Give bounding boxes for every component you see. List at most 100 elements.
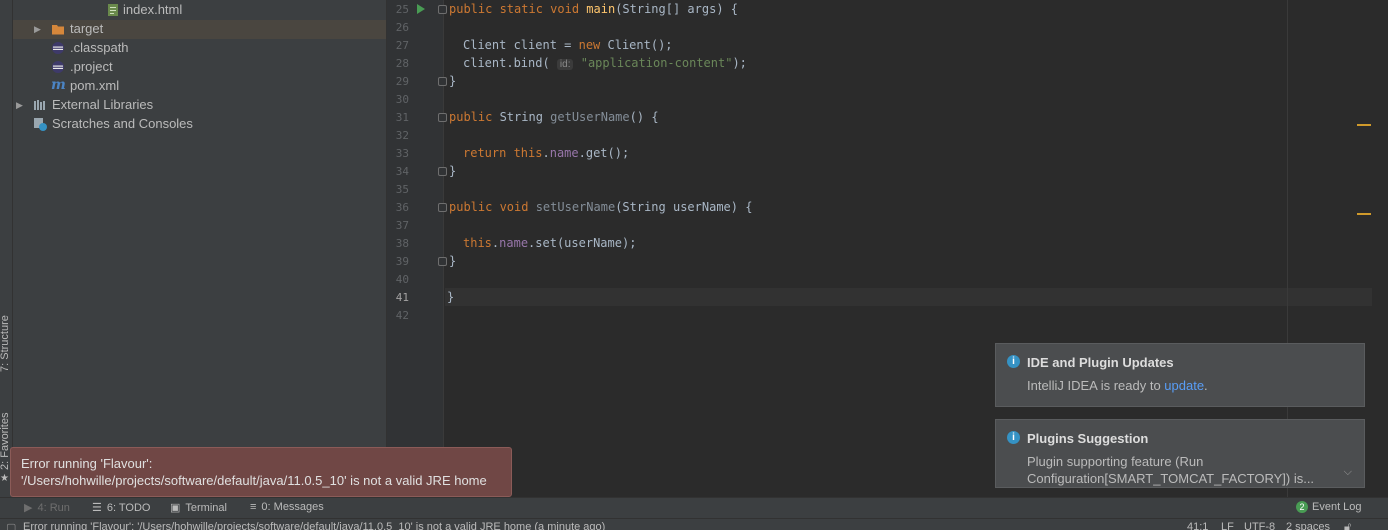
warning-stripe-mark[interactable] [1357,213,1371,215]
messages-icon: ≡ [250,501,257,513]
fold-icon[interactable] [438,167,447,176]
tree-item-label: target [70,21,104,36]
line-number: 29 [395,75,409,88]
todo-list-icon: ☰ [92,502,102,514]
event-count-badge: 2 [1296,501,1308,513]
code-token: return this [463,146,543,160]
run-icon: ▶ [24,502,33,514]
info-icon: i [1007,355,1020,368]
tree-item-label: pom.xml [70,78,120,93]
line-number: 39 [395,255,409,268]
info-icon: i [1007,431,1020,444]
tree-item-project[interactable]: .project [13,58,386,77]
fold-icon[interactable] [438,77,447,86]
notification-title: Plugins Suggestion [1027,431,1149,446]
tree-item-label: External Libraries [52,97,154,112]
caret-position[interactable]: 41:1 [1187,521,1208,530]
notification-text: . [1204,378,1208,393]
code-token: main [586,2,616,16]
bottom-tool-bar: ▶ 4: Run ☰ 6: TODO ▣ Terminal ≡ 0: Messages … [0,497,1388,518]
structure-tool-tab[interactable]: 7: Structure [0,315,11,372]
code-token: setUserName [535,200,616,214]
code-token: Client(); [600,38,673,52]
code-line-28[interactable]: client.bind( id: "application-content"); [463,54,747,72]
code-line-29[interactable]: } [449,72,456,90]
line-number: 42 [395,309,409,322]
event-log-tool-tab[interactable]: 2 Event Log [1296,501,1362,513]
tree-item-external-libraries[interactable]: ▶ External Libraries [13,96,386,115]
indent-setting[interactable]: 2 spaces [1286,521,1330,530]
line-number: 41 [395,291,409,304]
code-token: () { [629,110,659,124]
code-token: (String userName) { [615,200,753,214]
eclipse-file-icon [52,61,64,73]
line-separator[interactable]: LF [1221,521,1234,530]
tree-item-target[interactable]: ▶ target [13,20,386,39]
scratches-icon [34,118,47,131]
update-link[interactable]: update [1164,378,1204,393]
fold-icon[interactable] [438,257,447,266]
code-token: .set(userName); [528,236,637,250]
line-number: 30 [395,93,409,106]
line-number: 37 [395,219,409,232]
code-token: ); [732,56,747,70]
line-number: 28 [395,57,409,70]
status-indicator-icon[interactable]: ▢ [6,521,16,530]
code-line-33[interactable]: return this.name.get(); [463,144,629,162]
line-number: 40 [395,273,409,286]
fold-icon[interactable] [438,5,447,14]
tree-item-index-html[interactable]: index.html [13,1,386,20]
status-message[interactable]: Error running 'Flavour': '/Users/hohwill… [23,521,605,530]
line-number: 38 [395,237,409,250]
file-encoding[interactable]: UTF-8 [1244,521,1275,530]
fold-icon[interactable] [438,113,447,122]
code-token: .get(); [578,146,630,160]
tree-item-scratches[interactable]: Scratches and Consoles [13,115,386,134]
run-gutter-icon[interactable] [417,4,425,14]
terminal-tool-tab[interactable]: ▣ Terminal [170,501,227,514]
line-number: 34 [395,165,409,178]
chevron-down-icon[interactable]: ⌵ [1344,466,1352,479]
code-token: Client client = [463,38,579,52]
notification-plugins-suggestion[interactable]: i Plugins Suggestion Plugin supporting f… [995,419,1365,488]
code-token: public static void [449,2,587,16]
code-token: name [549,146,579,160]
notification-body: IntelliJ IDEA is ready to update. [1027,377,1208,394]
line-number: 33 [395,147,409,160]
code-token: client.bind( [463,56,557,70]
tree-item-pom-xml[interactable]: m pom.xml [13,77,386,96]
code-line-38[interactable]: this.name.set(userName); [463,234,636,252]
current-line-highlight [445,288,1372,306]
code-token: (String[] args) { [615,2,739,16]
fold-icon[interactable] [438,203,447,212]
expand-arrow-icon[interactable]: ▶ [16,100,23,111]
code-line-41[interactable]: } [447,288,454,306]
notification-title: IDE and Plugin Updates [1027,355,1174,370]
code-line-27[interactable]: Client client = new Client(); [463,36,673,54]
line-number: 25 [395,3,409,16]
eclipse-file-icon [52,42,64,54]
todo-tool-tab[interactable]: ☰ 6: TODO [92,501,150,514]
status-bar: ▢ Error running 'Flavour': '/Users/hohwi… [0,518,1388,530]
code-line-39[interactable]: } [449,252,456,270]
terminal-tab-label: Terminal [185,502,227,514]
warning-stripe-mark[interactable] [1357,124,1371,126]
lock-icon[interactable]: 🔓︎ [1344,521,1351,530]
code-token: new [578,38,601,52]
expand-arrow-icon[interactable]: ▶ [34,24,41,35]
code-line-34[interactable]: } [449,162,456,180]
editor-gutter[interactable]: 25 26 27 28 29 30 31 32 33 34 35 36 37 3… [387,0,447,497]
html-file-icon [108,4,118,16]
code-line-36[interactable]: public void setUserName(String userName)… [449,198,752,216]
code-line-25[interactable]: public static void main(String[] args) { [449,0,738,18]
messages-tool-tab[interactable]: ≡ 0: Messages [250,501,324,513]
tree-item-classpath[interactable]: .classpath [13,39,386,58]
messages-tab-label: 0: Messages [261,501,324,513]
notification-ide-updates[interactable]: i IDE and Plugin Updates IntelliJ IDEA i… [995,343,1365,407]
code-line-31[interactable]: public String getUserName() { [449,108,659,126]
libraries-icon [34,100,45,110]
error-balloon[interactable]: Error running 'Flavour': '/Users/hohwill… [10,447,512,497]
line-number: 31 [395,111,409,124]
run-tab-label: 4: Run [37,502,70,514]
run-tool-tab[interactable]: ▶ 4: Run [24,501,70,514]
